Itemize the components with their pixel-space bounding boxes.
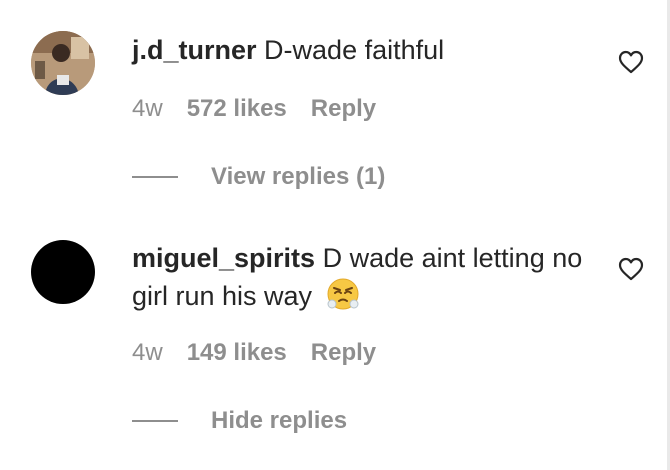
thread-divider-line bbox=[132, 420, 178, 422]
comment-body: D-wade faithful bbox=[264, 35, 445, 65]
likes-count[interactable]: 572 likes bbox=[187, 95, 287, 123]
view-replies-label: View replies (1) bbox=[211, 163, 386, 190]
heart-outline-icon[interactable] bbox=[618, 257, 644, 281]
reply-button[interactable]: Reply bbox=[311, 339, 376, 367]
thread-divider-line bbox=[132, 176, 178, 178]
heart-outline-icon[interactable] bbox=[618, 50, 644, 74]
likes-count[interactable]: 149 likes bbox=[187, 339, 287, 367]
comment-username[interactable]: j.d_turner bbox=[132, 35, 257, 65]
comment-meta: 4w 572 likes Reply bbox=[132, 95, 376, 123]
view-replies-button[interactable]: View replies (1) bbox=[132, 163, 385, 191]
reply-button[interactable]: Reply bbox=[311, 95, 376, 123]
avatar[interactable] bbox=[31, 240, 95, 304]
comment-text: j.d_turner D-wade faithful bbox=[132, 32, 602, 69]
comment-text: miguel_spirits D wade aint letting no gi… bbox=[132, 240, 592, 315]
comment-username[interactable]: miguel_spirits bbox=[132, 243, 315, 273]
face-with-steam-from-nose-emoji bbox=[327, 278, 359, 310]
profile-photo bbox=[31, 31, 95, 95]
avatar[interactable] bbox=[31, 31, 95, 95]
comment-time: 4w bbox=[132, 95, 163, 122]
comment-meta: 4w 149 likes Reply bbox=[132, 339, 376, 367]
comment-time: 4w bbox=[132, 339, 163, 366]
hide-replies-label: Hide replies bbox=[211, 407, 348, 434]
hide-replies-button[interactable]: Hide replies bbox=[132, 407, 347, 435]
